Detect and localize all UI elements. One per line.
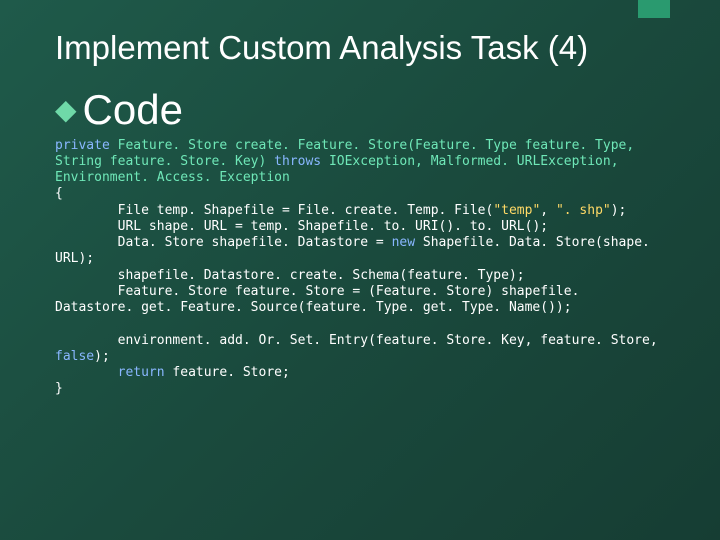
code-line-7: Feature. Store feature. Store = (Feature… — [55, 284, 587, 315]
code-line-3c: ); — [611, 203, 627, 218]
code-kw-private: private — [55, 138, 110, 153]
code-line-9a: environment. add. Or. Set. Entry(feature… — [55, 333, 666, 348]
code-line-9b: ); — [94, 349, 110, 364]
code-line-10a — [55, 365, 118, 380]
code-line-6: shapefile. Datastore. create. Schema(fea… — [55, 268, 525, 283]
bullet-row: ◆ Code — [55, 86, 665, 134]
code-line-3a: File temp. Shapefile = File. create. Tem… — [55, 203, 493, 218]
code-kw-false: false — [55, 349, 94, 364]
bullet-label: Code — [83, 86, 183, 134]
code-line-5a: Data. Store shapefile. Datastore = — [55, 235, 392, 250]
code-line-10b: feature. Store; — [165, 365, 290, 380]
slide-content: Implement Custom Analysis Task (4) ◆ Cod… — [0, 0, 720, 428]
diamond-bullet-icon: ◆ — [55, 96, 77, 124]
slide-title: Implement Custom Analysis Task (4) — [55, 28, 665, 68]
code-string-shp: ". shp" — [556, 203, 611, 218]
code-kw-new: new — [392, 235, 415, 250]
code-string-temp: "temp" — [493, 203, 540, 218]
code-block: private Feature. Store create. Feature. … — [55, 138, 665, 398]
accent-bar — [638, 0, 670, 18]
code-brace-close: } — [55, 381, 63, 396]
code-kw-return: return — [118, 365, 165, 380]
code-line-3b: , — [540, 203, 556, 218]
code-kw-throws: throws — [274, 154, 321, 169]
code-line-4: URL shape. URL = temp. Shapefile. to. UR… — [55, 219, 548, 234]
code-brace-open: { — [55, 186, 63, 201]
